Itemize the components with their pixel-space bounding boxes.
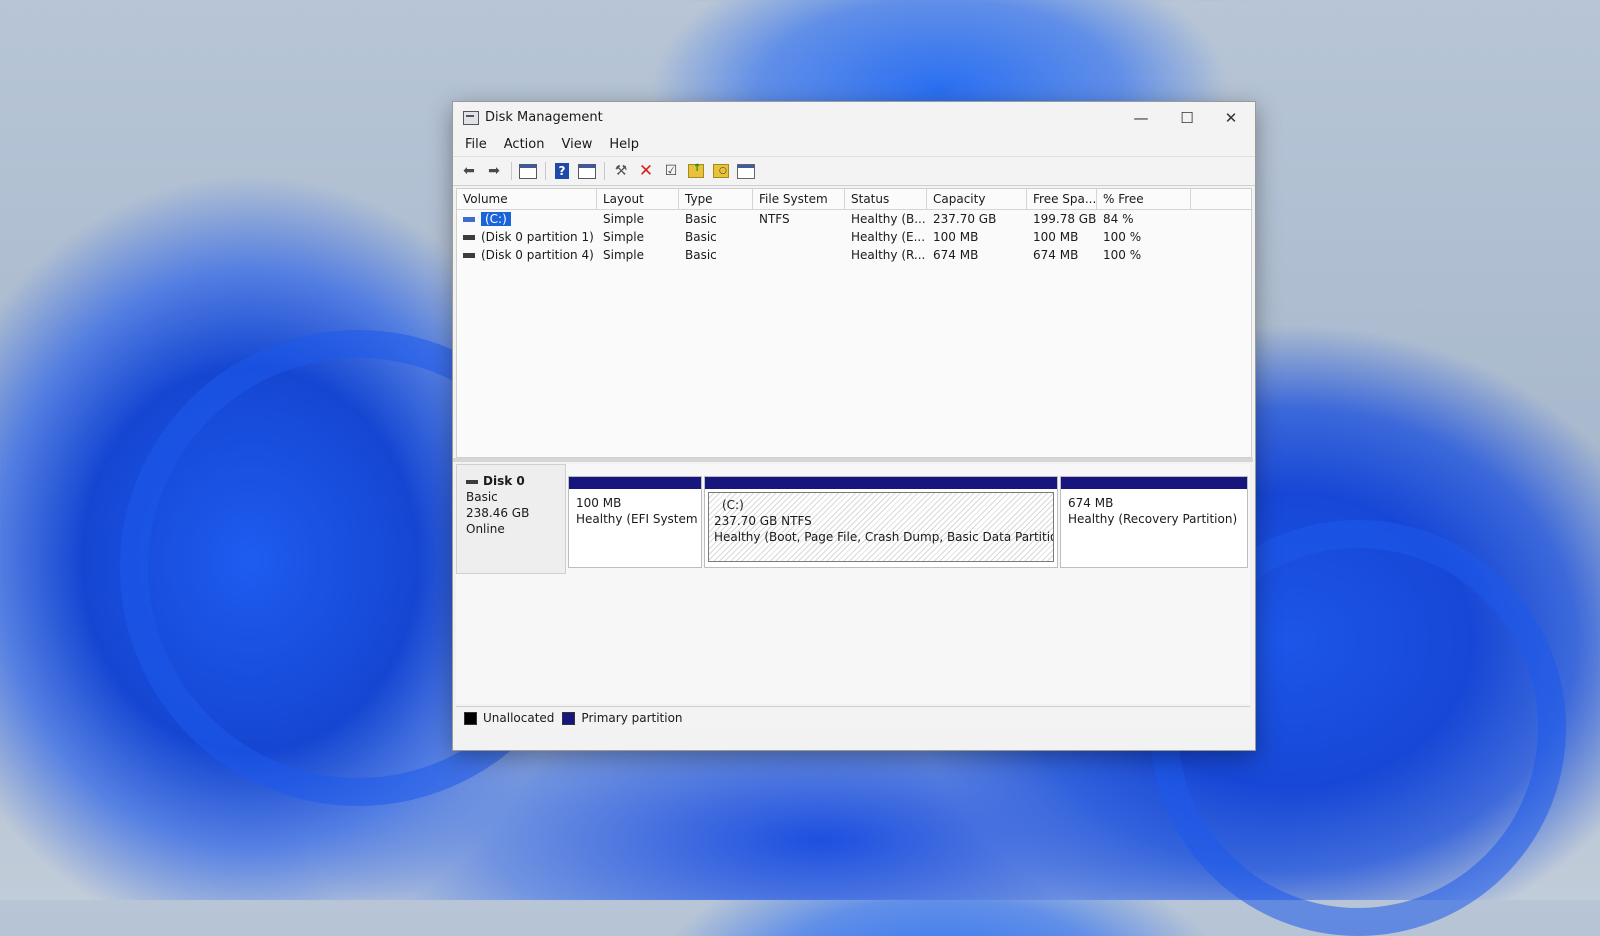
search-folder-icon[interactable]: ○ bbox=[711, 161, 731, 181]
connect-icon[interactable]: ⚒ bbox=[611, 161, 631, 181]
capacity-cell: 100 MB bbox=[933, 230, 979, 244]
column-status[interactable]: Status bbox=[845, 189, 927, 209]
partition-status: Healthy (EFI System P bbox=[576, 512, 701, 526]
legend-primary-partition: Primary partition bbox=[581, 711, 683, 725]
volume-name: (C:) bbox=[481, 212, 511, 226]
capacity-cell: 237.70 GB bbox=[933, 212, 997, 226]
selected-partition-area: (C:) 237.70 GB NTFS Healthy (Boot, Page … bbox=[708, 492, 1054, 562]
menu-view[interactable]: View bbox=[559, 134, 601, 156]
volume-list-header: Volume Layout Type File System Status Ca… bbox=[457, 189, 1251, 210]
column-file-system[interactable]: File System bbox=[753, 189, 845, 209]
status-cell: Healthy (R... bbox=[851, 248, 926, 262]
volume-list: Volume Layout Type File System Status Ca… bbox=[456, 188, 1252, 458]
column-volume[interactable]: Volume bbox=[457, 189, 597, 209]
volume-icon bbox=[463, 217, 475, 222]
toolbar-separator bbox=[511, 162, 512, 180]
volume-name: (Disk 0 partition 1) bbox=[481, 230, 594, 244]
disk-size: 238.46 GB bbox=[466, 506, 530, 520]
partition-status: Healthy (Recovery Partition) bbox=[1068, 512, 1238, 526]
partition-bar bbox=[569, 477, 701, 489]
up-folder-icon[interactable]: ↑ bbox=[686, 161, 706, 181]
partition-size: 100 MB bbox=[576, 496, 622, 510]
menu-action[interactable]: Action bbox=[502, 134, 554, 156]
type-cell: Basic bbox=[685, 212, 717, 226]
type-cell: Basic bbox=[685, 230, 717, 244]
volume-cell: (C:) bbox=[457, 210, 597, 228]
partition-bar bbox=[1061, 477, 1247, 489]
delete-icon[interactable]: ✕ bbox=[636, 161, 656, 181]
forward-arrow-icon[interactable]: ➡ bbox=[484, 161, 504, 181]
toolbar: ⬅ ➡ ? ⚒ ✕ ☑ ↑ ○ bbox=[453, 156, 1255, 186]
minimize-button[interactable]: — bbox=[1119, 106, 1163, 130]
free-space-cell: 199.78 GB bbox=[1033, 212, 1097, 226]
partition-bar bbox=[705, 477, 1057, 489]
menu-help[interactable]: Help bbox=[607, 134, 648, 156]
volume-cell: (Disk 0 partition 1) bbox=[457, 228, 597, 246]
layout-cell: Simple bbox=[603, 230, 644, 244]
partition-efi[interactable]: 100 MB Healthy (EFI System P bbox=[568, 476, 702, 568]
settings-window-icon[interactable] bbox=[736, 161, 756, 181]
toolbar-separator bbox=[545, 162, 546, 180]
volume-icon bbox=[463, 253, 475, 258]
back-arrow-icon[interactable]: ⬅ bbox=[459, 161, 479, 181]
partition-size: 237.70 GB NTFS bbox=[714, 514, 812, 528]
help-icon[interactable]: ? bbox=[552, 161, 572, 181]
disk-info[interactable]: Disk 0 Basic 238.46 GB Online bbox=[456, 464, 566, 574]
partition-size: 674 MB bbox=[1068, 496, 1114, 510]
column-free-space[interactable]: Free Spa... bbox=[1027, 189, 1097, 209]
volume-name: (Disk 0 partition 4) bbox=[481, 248, 594, 262]
capacity-cell: 674 MB bbox=[933, 248, 979, 262]
disk-type: Basic bbox=[466, 490, 498, 504]
percent-free-cell: 100 % bbox=[1103, 230, 1142, 244]
maximize-button[interactable]: ☐ bbox=[1165, 106, 1209, 130]
file-system-cell bbox=[753, 246, 845, 264]
close-button[interactable]: ✕ bbox=[1209, 106, 1253, 130]
type-cell: Basic bbox=[685, 248, 717, 262]
disk-map-pane: Disk 0 Basic 238.46 GB Online 100 MB Hea… bbox=[456, 464, 1250, 704]
pane-splitter[interactable] bbox=[453, 458, 1253, 462]
volume-row[interactable]: (Disk 0 partition 4) Simple Basic Health… bbox=[457, 246, 1251, 264]
unallocated-swatch bbox=[464, 711, 477, 725]
layout-cell: Simple bbox=[603, 212, 644, 226]
volume-icon bbox=[463, 235, 475, 240]
status-cell: Healthy (B... bbox=[851, 212, 926, 226]
column-capacity[interactable]: Capacity bbox=[927, 189, 1027, 209]
disk-state: Online bbox=[466, 522, 505, 536]
checklist-icon[interactable]: ☑ bbox=[661, 161, 681, 181]
percent-free-cell: 84 % bbox=[1103, 212, 1134, 226]
partition-label: (C:) bbox=[722, 498, 744, 512]
menu-bar: File Action View Help bbox=[453, 134, 1255, 156]
legend-unallocated: Unallocated bbox=[483, 711, 555, 725]
free-space-cell: 674 MB bbox=[1033, 248, 1079, 262]
title-bar[interactable]: Disk Management — ☐ ✕ bbox=[453, 102, 1255, 134]
file-system-cell bbox=[753, 228, 845, 246]
volume-row[interactable]: (Disk 0 partition 1) Simple Basic Health… bbox=[457, 228, 1251, 246]
free-space-cell: 100 MB bbox=[1033, 230, 1079, 244]
volume-row[interactable]: (C:) Simple Basic NTFS Healthy (B... 237… bbox=[457, 210, 1251, 228]
status-cell: Healthy (E... bbox=[851, 230, 926, 244]
column-layout[interactable]: Layout bbox=[597, 189, 679, 209]
layout-cell: Simple bbox=[603, 248, 644, 262]
disk-management-icon bbox=[463, 111, 479, 125]
column-percent-free[interactable]: % Free bbox=[1097, 189, 1191, 209]
volume-cell: (Disk 0 partition 4) bbox=[457, 246, 597, 264]
partition-status: Healthy (Boot, Page File, Crash Dump, Ba… bbox=[714, 530, 1053, 544]
primary-partition-swatch bbox=[562, 711, 576, 725]
legend: Unallocated Primary partition bbox=[456, 706, 1250, 729]
file-system-cell: NTFS bbox=[759, 212, 790, 226]
partition-recovery[interactable]: 674 MB Healthy (Recovery Partition) bbox=[1060, 476, 1248, 568]
disk-management-window: Disk Management — ☐ ✕ File Action View H… bbox=[452, 101, 1256, 751]
column-type[interactable]: Type bbox=[679, 189, 753, 209]
console-tree-icon[interactable] bbox=[518, 161, 538, 181]
menu-file[interactable]: File bbox=[463, 134, 496, 156]
properties-window-icon[interactable] bbox=[577, 161, 597, 181]
toolbar-separator bbox=[604, 162, 605, 180]
disk-name: Disk 0 bbox=[466, 473, 565, 489]
percent-free-cell: 100 % bbox=[1103, 248, 1142, 262]
partition-c[interactable]: (C:) 237.70 GB NTFS Healthy (Boot, Page … bbox=[704, 476, 1058, 568]
window-title: Disk Management bbox=[485, 110, 603, 125]
